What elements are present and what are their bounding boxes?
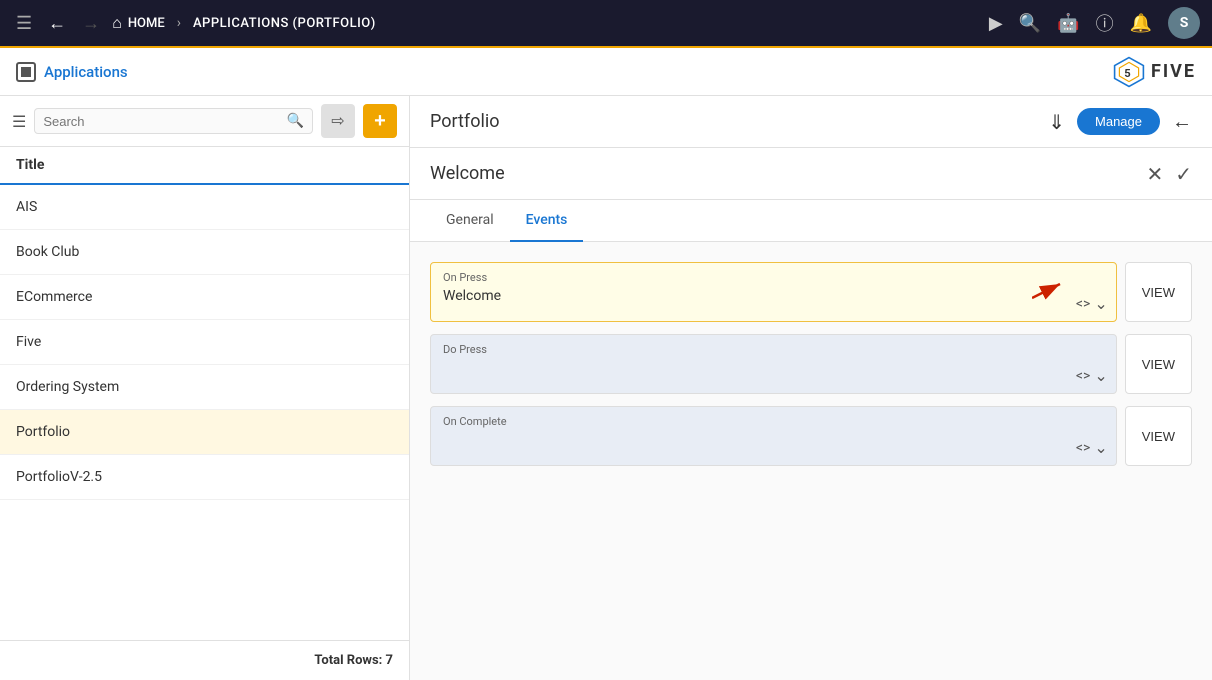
event-value-onpress: Welcome	[443, 288, 1104, 304]
form-actions: ✕ ✓	[1146, 162, 1192, 186]
nav-chevron-icon: ›	[177, 15, 181, 31]
view-button-dopress[interactable]: VIEW	[1125, 334, 1192, 394]
app-icon-inner	[21, 67, 31, 77]
robot-icon[interactable]: 🤖	[1057, 13, 1079, 34]
content-header-actions: ⇓ Manage ←	[1048, 108, 1192, 135]
bell-icon[interactable]: 🔔	[1130, 13, 1152, 34]
help-icon[interactable]: ⓘ	[1096, 10, 1114, 36]
sidebar-footer: Total Rows: 7	[0, 640, 409, 680]
chevron-down-icon-onpress[interactable]: ⌄	[1094, 294, 1107, 313]
view-button-oncomplete[interactable]: VIEW	[1125, 406, 1192, 466]
confirm-icon[interactable]: ✓	[1175, 162, 1192, 186]
manage-button[interactable]: Manage	[1077, 108, 1160, 135]
top-navigation: ☰ ← → ⌂ HOME › APPLICATIONS (PORTFOLIO) …	[0, 0, 1212, 48]
code-icon-dopress[interactable]: <>	[1076, 368, 1090, 384]
five-logo: 5 FIVE	[1113, 56, 1196, 88]
search-input-wrap: 🔍	[34, 108, 313, 134]
event-field-dopress[interactable]: Do Press <> ⌄	[430, 334, 1117, 394]
play-icon[interactable]: ▶	[989, 13, 1003, 34]
sidebar-item-ais[interactable]: AIS	[0, 185, 409, 230]
sidebar-item-label: ECommerce	[16, 289, 92, 305]
import-button[interactable]: ⇨	[321, 104, 355, 138]
sidebar-list: AIS Book Club ECommerce Five Ordering Sy…	[0, 185, 409, 640]
form-title: Welcome	[430, 163, 505, 184]
tab-general[interactable]: General	[430, 200, 510, 242]
close-icon[interactable]: ✕	[1146, 162, 1163, 186]
chevron-down-icon-dopress[interactable]: ⌄	[1094, 366, 1107, 385]
content-title: Portfolio	[430, 111, 499, 132]
top-nav-right: ▶ 🔍 🤖 ⓘ 🔔 S	[989, 7, 1200, 39]
content-back-icon[interactable]: ←	[1172, 109, 1192, 134]
form-header: Welcome ✕ ✓	[410, 148, 1212, 200]
download-icon[interactable]: ⇓	[1048, 110, 1065, 134]
sidebar-item-ecommerce[interactable]: ECommerce	[0, 275, 409, 320]
event-row-oncomplete: On Complete <> ⌄ VIEW	[430, 406, 1192, 466]
sidebar: ☰ 🔍 ⇨ + Title AIS Book Club ECommerce Fi…	[0, 96, 410, 680]
svg-text:5: 5	[1124, 66, 1130, 79]
sidebar-item-label: PortfolioV-2.5	[16, 469, 102, 485]
sidebar-item-label: Book Club	[16, 244, 79, 260]
sidebar-toolbar: ☰ 🔍 ⇨ +	[0, 96, 409, 147]
menu-icon[interactable]: ☰	[12, 9, 36, 38]
add-button[interactable]: +	[363, 104, 397, 138]
home-label: HOME	[128, 16, 165, 31]
content-panel: Portfolio ⇓ Manage ← Welcome ✕ ✓ General…	[410, 96, 1212, 680]
total-rows: Total Rows: 7	[314, 653, 393, 668]
search-nav-icon[interactable]: 🔍	[1019, 13, 1041, 34]
breadcrumb: APPLICATIONS (PORTFOLIO)	[193, 16, 376, 31]
sidebar-item-ordering[interactable]: Ordering System	[0, 365, 409, 410]
event-label-dopress: Do Press	[443, 343, 1104, 356]
event-label-oncomplete: On Complete	[443, 415, 1104, 428]
event-field-actions-dopress: <> ⌄	[1076, 366, 1108, 385]
user-avatar[interactable]: S	[1168, 7, 1200, 39]
sidebar-item-label: Five	[16, 334, 41, 350]
sidebar-item-portfoliov25[interactable]: PortfolioV-2.5	[0, 455, 409, 500]
five-logo-text: FIVE	[1151, 61, 1196, 82]
search-input[interactable]	[43, 114, 286, 129]
top-nav-left: ☰ ← → ⌂ HOME › APPLICATIONS (PORTFOLIO)	[12, 9, 981, 38]
sidebar-item-label: Ordering System	[16, 379, 119, 395]
search-icon[interactable]: 🔍	[287, 113, 304, 129]
event-row-dopress: Do Press <> ⌄ VIEW	[430, 334, 1192, 394]
back-arrow-icon[interactable]: ←	[44, 9, 70, 38]
app-icon	[16, 62, 36, 82]
sidebar-item-label: Portfolio	[16, 424, 70, 440]
event-field-oncomplete[interactable]: On Complete <> ⌄	[430, 406, 1117, 466]
event-field-actions-onpress: <> ⌄	[1076, 294, 1108, 313]
view-button-onpress[interactable]: VIEW	[1125, 262, 1192, 322]
tab-general-label: General	[446, 212, 494, 228]
events-content: On Press Welcome <> ⌄	[410, 242, 1212, 486]
main-layout: ☰ 🔍 ⇨ + Title AIS Book Club ECommerce Fi…	[0, 96, 1212, 680]
content-header: Portfolio ⇓ Manage ←	[410, 96, 1212, 148]
code-icon-onpress[interactable]: <>	[1076, 296, 1090, 312]
home-nav[interactable]: ⌂ HOME	[112, 13, 165, 33]
tab-events-label: Events	[526, 212, 568, 228]
tabs: General Events	[410, 200, 1212, 242]
home-icon: ⌂	[112, 13, 122, 33]
tab-events[interactable]: Events	[510, 200, 584, 242]
event-row-onpress: On Press Welcome <> ⌄	[430, 262, 1192, 322]
sidebar-column-header: Title	[0, 147, 409, 185]
sidebar-item-label: AIS	[16, 199, 37, 215]
sidebar-item-bookclub[interactable]: Book Club	[0, 230, 409, 275]
sub-nav-left: Applications	[16, 62, 128, 82]
event-field-onpress[interactable]: On Press Welcome <> ⌄	[430, 262, 1117, 322]
code-icon-oncomplete[interactable]: <>	[1076, 440, 1090, 456]
five-logo-icon: 5	[1113, 56, 1145, 88]
chevron-down-icon-oncomplete[interactable]: ⌄	[1094, 438, 1107, 457]
filter-icon[interactable]: ☰	[12, 112, 26, 131]
sidebar-item-portfolio[interactable]: Portfolio	[0, 410, 409, 455]
event-label-onpress: On Press	[443, 271, 1104, 284]
event-field-actions-oncomplete: <> ⌄	[1076, 438, 1108, 457]
sub-nav-title[interactable]: Applications	[44, 63, 128, 81]
sidebar-item-five[interactable]: Five	[0, 320, 409, 365]
forward-arrow-icon[interactable]: →	[78, 9, 104, 38]
sub-navigation: Applications 5 FIVE	[0, 48, 1212, 96]
